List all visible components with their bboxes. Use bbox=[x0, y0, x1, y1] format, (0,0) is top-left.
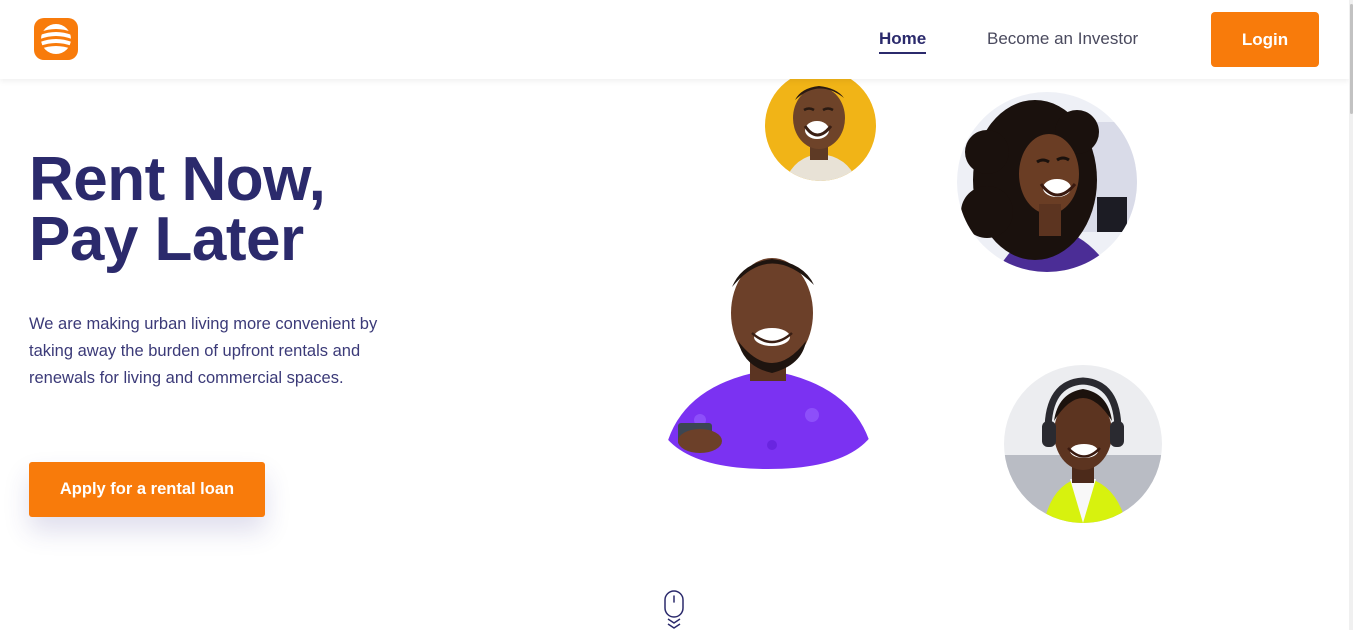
smiling-woman-yellow-backdrop-photo bbox=[765, 70, 876, 181]
smiling-man-headphones-photo bbox=[1004, 365, 1162, 523]
hero-description: We are making urban living more convenie… bbox=[29, 315, 378, 387]
brand-logo-icon[interactable] bbox=[34, 18, 78, 60]
smiling-man-purple-shirt-photo bbox=[652, 245, 884, 477]
login-button[interactable]: Login bbox=[1211, 12, 1319, 67]
hero-title: Rent Now, Pay Later bbox=[29, 145, 449, 274]
laughing-woman-curly-hair-photo bbox=[957, 92, 1137, 272]
page: Home Become an Investor Login Rent Now, … bbox=[0, 0, 1353, 630]
nav-link-become-investor[interactable]: Become an Investor bbox=[987, 29, 1138, 49]
site-header: Home Become an Investor Login bbox=[0, 0, 1349, 79]
apply-rental-loan-button[interactable]: Apply for a rental loan bbox=[29, 462, 265, 517]
hero-title-line-1: Rent Now, bbox=[29, 145, 326, 214]
nav-link-home[interactable]: Home bbox=[879, 29, 927, 54]
mouse-scroll-down-icon[interactable] bbox=[662, 590, 686, 630]
hero-title-line-2: Pay Later bbox=[29, 205, 304, 274]
